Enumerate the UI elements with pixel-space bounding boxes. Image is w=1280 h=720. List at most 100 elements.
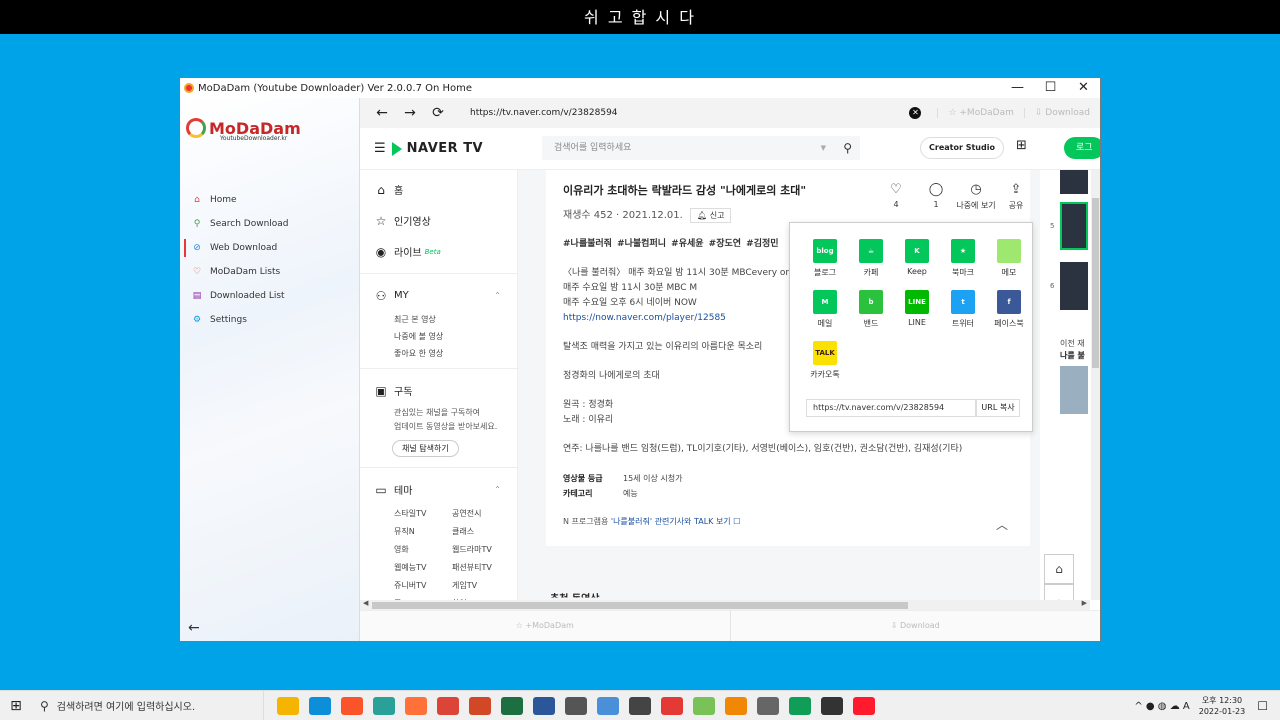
naver-tv-logo[interactable]: NAVER TV bbox=[391, 141, 483, 156]
share-kakaotalk[interactable]: TALK 카카오톡 bbox=[802, 341, 848, 380]
explore-channel-button[interactable]: 채널 탐색하기 bbox=[392, 440, 459, 457]
theme-item[interactable]: 게임TV bbox=[452, 577, 510, 594]
share-url-field[interactable]: https://tv.naver.com/v/23828594 bbox=[806, 399, 976, 417]
theme-item[interactable]: 웹예능TV bbox=[394, 559, 452, 576]
bottom-download-button[interactable]: ⇩ Download bbox=[731, 611, 1101, 641]
now-link[interactable]: https://now.naver.com/player/12585 bbox=[563, 313, 726, 323]
theme-item[interactable]: 쥬니버TV bbox=[394, 577, 452, 594]
share-band[interactable]: b 밴드 bbox=[848, 290, 894, 329]
terminal-icon[interactable] bbox=[565, 696, 587, 715]
powerpoint-icon[interactable] bbox=[469, 696, 491, 715]
taskbar-search[interactable]: ⚲ 검색하려면 여기에 입력하십시오. bbox=[32, 690, 264, 720]
dark-app-icon[interactable] bbox=[821, 696, 843, 715]
login-button[interactable]: 로그 bbox=[1064, 137, 1100, 159]
app-icon[interactable] bbox=[373, 696, 395, 715]
my-item[interactable]: 좋아요 한 영상 bbox=[360, 345, 517, 362]
horizontal-scrollbar[interactable]: ◀ ▶ bbox=[360, 599, 1090, 610]
menu-live[interactable]: ◉ 라이브 Beta bbox=[360, 236, 517, 267]
clock-action[interactable]: ◷ 나중에 보기 bbox=[956, 182, 996, 211]
thumbnail[interactable] bbox=[1060, 170, 1088, 194]
theme-item[interactable]: 영화 bbox=[394, 541, 452, 558]
minimize-button[interactable]: — bbox=[1001, 78, 1034, 98]
sidebar-item-web-download[interactable]: ⊘ Web Download bbox=[180, 236, 360, 260]
share-facebook[interactable]: f 페이스북 bbox=[986, 290, 1032, 329]
thumbnail[interactable] bbox=[1060, 366, 1088, 414]
sidebar-item-modadam-lists[interactable]: ♡ MoDaDam Lists bbox=[180, 260, 360, 284]
creator-studio-button[interactable]: Creator Studio bbox=[920, 137, 1004, 159]
maximize-button[interactable]: ☐ bbox=[1034, 78, 1067, 98]
share-bookmark[interactable]: ★ 북마크 bbox=[940, 239, 986, 278]
notification-icon[interactable]: ☐ bbox=[1257, 699, 1268, 713]
search-app-icon[interactable] bbox=[629, 696, 651, 715]
vlc-icon[interactable] bbox=[725, 696, 747, 715]
heart-action[interactable]: ♡ 4 bbox=[876, 182, 916, 211]
vertical-scrollbar[interactable] bbox=[1091, 170, 1100, 600]
theme-item[interactable]: 공연전시 bbox=[452, 505, 510, 522]
menu-my[interactable]: ⚇ MY ⌃ bbox=[360, 280, 517, 311]
bottom-add-modadam-button[interactable]: ☆ +MoDaDam bbox=[360, 611, 731, 641]
my-item[interactable]: 최근 본 영상 bbox=[360, 311, 517, 328]
scroll-top-icon[interactable]: ⌂ bbox=[1044, 554, 1074, 584]
tray-icons[interactable]: ^ ● ◍ ☁ A bbox=[1134, 701, 1189, 712]
scroll-left-icon[interactable]: ◀ bbox=[363, 599, 368, 607]
scroll-thumb[interactable] bbox=[1092, 198, 1099, 368]
theme-item[interactable]: 뮤직N bbox=[394, 523, 452, 540]
thumbnail[interactable] bbox=[1060, 202, 1088, 250]
download-button[interactable]: ⇩ Download bbox=[1023, 108, 1100, 118]
calculator-icon[interactable] bbox=[757, 696, 779, 715]
theme-item[interactable]: 웹드라마TV bbox=[452, 541, 510, 558]
comment-action[interactable]: ◯ 1 bbox=[916, 182, 956, 211]
menu-theme[interactable]: ▭ 테마 ⌃ bbox=[360, 474, 517, 505]
chrome2-icon[interactable] bbox=[789, 696, 811, 715]
android-icon[interactable] bbox=[693, 696, 715, 715]
windows-start-icon[interactable]: ⊞ bbox=[0, 691, 32, 720]
sidebar-item-settings[interactable]: ⚙ Settings bbox=[180, 308, 360, 332]
theme-item[interactable]: 클래스 bbox=[452, 523, 510, 540]
chrome-icon[interactable] bbox=[437, 696, 459, 715]
remote-icon[interactable] bbox=[597, 696, 619, 715]
scroll-thumb[interactable] bbox=[372, 602, 908, 609]
share-memo[interactable]: 메모 bbox=[986, 239, 1032, 278]
menu-home[interactable]: ⌂ 홈 bbox=[360, 174, 517, 205]
sidebar-item-downloaded-list[interactable]: ▤ Downloaded List bbox=[180, 284, 360, 308]
chevron-up-icon[interactable]: ⌃ bbox=[494, 291, 501, 300]
file-explorer-icon[interactable] bbox=[277, 696, 299, 715]
chevron-up-icon[interactable]: ⌃ bbox=[494, 485, 501, 494]
close-button[interactable]: ✕ bbox=[1067, 78, 1100, 98]
collapse-chevron-icon[interactable]: ︿ bbox=[996, 516, 1008, 533]
share-keep[interactable]: K Keep bbox=[894, 239, 940, 278]
forward-button[interactable]: → bbox=[396, 105, 424, 121]
share-blog[interactable]: blog 블로그 bbox=[802, 239, 848, 278]
back-arrow-icon[interactable]: ← bbox=[188, 620, 200, 636]
refresh-button[interactable]: ⟳ bbox=[424, 105, 452, 121]
theme-item[interactable]: 스타일TV bbox=[394, 505, 452, 522]
video-tags[interactable]: #나를불러줘 #나불컴퍼니 #유세윤 #장도연 #김정민 bbox=[563, 236, 779, 249]
menu-popular[interactable]: ☆ 인기영상 bbox=[360, 205, 517, 236]
menu-icon[interactable]: ☰ bbox=[374, 141, 386, 156]
excel-icon[interactable] bbox=[501, 696, 523, 715]
dropdown-arrow-icon[interactable]: ▼ bbox=[821, 136, 826, 160]
share-twitter[interactable]: t 트위터 bbox=[940, 290, 986, 329]
word-icon[interactable] bbox=[533, 696, 555, 715]
edge-icon[interactable] bbox=[309, 696, 331, 715]
theme-item[interactable]: 패션뷰티TV bbox=[452, 559, 510, 576]
se-app-icon[interactable] bbox=[661, 696, 683, 715]
sidebar-item-search-download[interactable]: ⚲ Search Download bbox=[180, 212, 360, 236]
menu-subscribe[interactable]: ▣ 구독 bbox=[360, 375, 517, 406]
search-icon[interactable]: ⚲ bbox=[843, 136, 852, 160]
brave-icon[interactable] bbox=[341, 696, 363, 715]
back-button[interactable]: ← bbox=[368, 105, 396, 121]
report-button[interactable]: 🔔︎ 신고 bbox=[690, 208, 732, 223]
scroll-right-icon[interactable]: ▶ bbox=[1082, 599, 1087, 607]
upload-video-icon[interactable]: ⊞ bbox=[1016, 138, 1027, 153]
share-cafe[interactable]: ☕ 카페 bbox=[848, 239, 894, 278]
share-line[interactable]: LINE LINE bbox=[894, 290, 940, 329]
add-modadam-button[interactable]: ☆ +MoDaDam bbox=[937, 108, 1023, 118]
share-action[interactable]: ⇪ 공유 bbox=[996, 182, 1036, 211]
firefox-icon[interactable] bbox=[405, 696, 427, 715]
my-item[interactable]: 나중에 볼 영상 bbox=[360, 328, 517, 345]
share-mail[interactable]: M 메일 bbox=[802, 290, 848, 329]
opera-icon[interactable] bbox=[853, 696, 875, 715]
copy-url-button[interactable]: URL 복사 bbox=[976, 399, 1020, 417]
sidebar-item-home[interactable]: ⌂ Home bbox=[180, 188, 360, 212]
